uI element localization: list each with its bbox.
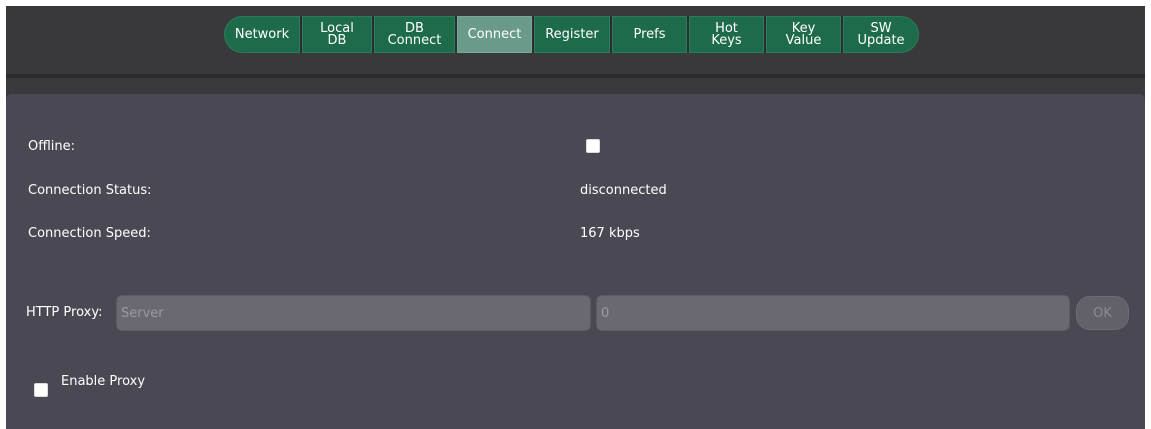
tab-network[interactable]: Network	[224, 16, 300, 53]
tab-hot-keys[interactable]: Hot Keys	[689, 16, 764, 53]
settings-window: Network Local DB DB Connect Connect Regi…	[6, 6, 1145, 429]
proxy-server-input[interactable]	[116, 295, 591, 331]
tab-group: Network Local DB DB Connect Connect Regi…	[224, 16, 919, 53]
connect-panel: Offline: Connection Status: disconnected…	[6, 94, 1145, 429]
connection-status-label: Connection Status:	[28, 183, 152, 198]
http-proxy-label: HTTP Proxy:	[26, 305, 103, 320]
tab-register[interactable]: Register	[534, 16, 610, 53]
proxy-ok-button[interactable]: OK	[1076, 296, 1129, 330]
tab-sw-update[interactable]: SW Update	[843, 16, 919, 53]
connection-speed-value: 167 kbps	[580, 226, 640, 241]
offline-label: Offline:	[28, 139, 76, 154]
tab-bar: Network Local DB DB Connect Connect Regi…	[6, 6, 1145, 74]
tab-db-connect[interactable]: DB Connect	[374, 16, 455, 53]
offline-checkbox[interactable]	[586, 139, 600, 153]
tab-key-value[interactable]: Key Value	[766, 16, 841, 53]
proxy-port-input[interactable]	[596, 295, 1070, 331]
tab-connect[interactable]: Connect	[457, 16, 532, 53]
tab-bar-divider	[6, 74, 1145, 78]
tab-local-db[interactable]: Local DB	[302, 16, 372, 53]
connection-speed-label: Connection Speed:	[28, 226, 151, 241]
enable-proxy-checkbox[interactable]	[34, 383, 48, 397]
enable-proxy-label: Enable Proxy	[61, 374, 146, 389]
connection-status-value: disconnected	[580, 183, 667, 198]
tab-prefs[interactable]: Prefs	[612, 16, 687, 53]
